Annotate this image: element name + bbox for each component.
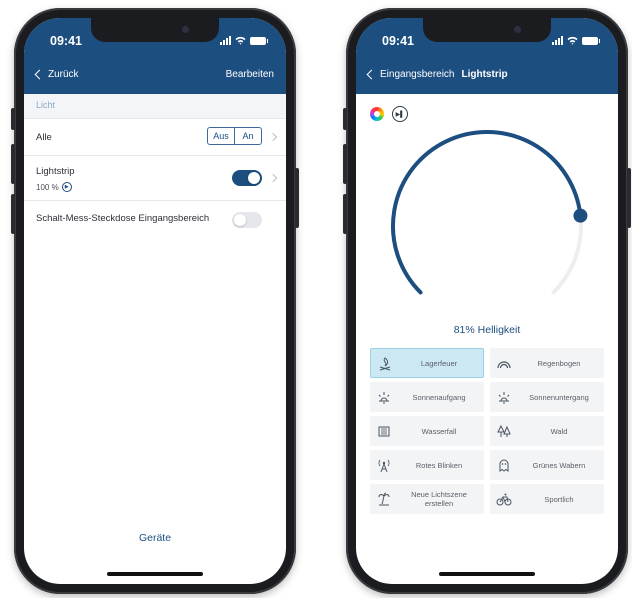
status-icons [552, 36, 600, 45]
smart-plug-label: Schalt-Mess-Steckdose Eingangsbereich [36, 213, 210, 224]
scene-label: Sonnenuntergang [529, 392, 589, 402]
tab-devices[interactable]: Geräte [24, 532, 286, 544]
smart-plug-toggle[interactable] [232, 212, 262, 228]
dial-value-arc [391, 130, 583, 295]
rainbow-icon [497, 361, 511, 369]
ghost-icon [499, 459, 509, 472]
notch [423, 18, 551, 42]
back-button[interactable]: Zurück [34, 69, 79, 80]
home-indicator [107, 572, 203, 576]
section-header-light: Licht [24, 94, 286, 119]
volume-down-button [343, 194, 347, 234]
volume-down-button [11, 194, 15, 234]
brightness-label: 81% Helligkeit [453, 324, 521, 336]
battery-icon [582, 36, 600, 45]
dial-handle[interactable] [573, 208, 588, 223]
chevron-right-icon [268, 173, 278, 183]
mute-switch [343, 108, 347, 130]
scene-regenbogen[interactable]: Regenbogen [490, 348, 604, 378]
all-off-button[interactable]: Aus [208, 128, 234, 144]
screen-lightstrip: 09:41 Eingangsbereich Lightstrip ▶▌ 81% … [356, 18, 618, 584]
forest-icon [497, 424, 511, 437]
volume-up-button [343, 144, 347, 184]
row-lightstrip[interactable]: Lightstrip 100 % ▶ [24, 156, 286, 201]
edit-button[interactable]: Bearbeiten [226, 69, 274, 80]
all-on-off-segmented: Aus An [207, 127, 262, 145]
all-on-button[interactable]: An [234, 128, 261, 144]
signal-icon [220, 36, 231, 45]
chevron-right-icon [268, 132, 278, 142]
scene-label: Wasserfall [421, 426, 457, 436]
scene-sonnenaufgang[interactable]: Sonnenaufgang [370, 382, 484, 412]
mute-switch [11, 108, 15, 130]
scene-rotes-blinken[interactable]: Rotes Blinken [370, 450, 484, 480]
bicycle-icon [496, 493, 512, 506]
lightstrip-toggle[interactable] [232, 170, 262, 186]
scene-grid: Lagerfeuer Regenbogen Sonnenaufgang Sonnenu… [370, 348, 604, 514]
scene-label: Regenbogen [537, 358, 581, 368]
volume-up-button [11, 144, 15, 184]
lightstrip-status: 100 % ▶ [36, 182, 72, 192]
notch [91, 18, 219, 42]
scene-neue-lichtszene-erstellen[interactable]: Neue Lichtszene erstellen [370, 484, 484, 514]
power-button [295, 168, 299, 228]
row-all-label: Alle [36, 132, 52, 143]
power-button [627, 168, 631, 228]
status-icons [220, 36, 268, 45]
screen-devices: 09:41 Zurück Bearbeiten Licht Alle Aus A… [24, 18, 286, 584]
scene-sportlich[interactable]: Sportlich [490, 484, 604, 514]
row-all-lights[interactable]: Alle Aus An [24, 119, 286, 156]
waterfall-icon [378, 426, 390, 437]
scene-label: Sportlich [544, 494, 574, 504]
lightstrip-brightness: 100 % [36, 182, 59, 192]
scene-wald[interactable]: Wald [490, 416, 604, 446]
sunset-icon [498, 392, 510, 404]
brightness-dial[interactable] [356, 118, 618, 328]
scene-wasserfall[interactable]: Wasserfall [370, 416, 484, 446]
signal-icon [552, 36, 563, 45]
section-header-label: Licht [36, 100, 56, 110]
chevron-left-icon [366, 69, 377, 80]
back-button[interactable]: Eingangsbereich Lightstrip [366, 69, 508, 80]
scene-label: Sonnenaufgang [412, 392, 466, 402]
scene-label: Neue Lichtszene erstellen [411, 490, 467, 508]
play-pause-icon: ▶ [61, 182, 72, 192]
scene-label: Wald [550, 426, 568, 436]
page-title: Lightstrip [461, 69, 508, 80]
scene-label: Rotes Blinken [415, 460, 463, 470]
wifi-icon [235, 36, 246, 45]
status-time: 09:41 [382, 34, 414, 48]
scene-sonnenuntergang[interactable]: Sonnenuntergang [490, 382, 604, 412]
sunrise-icon [378, 392, 390, 404]
home-indicator [439, 572, 535, 576]
scene-grünes-wabern[interactable]: Grünes Wabern [490, 450, 604, 480]
battery-icon [250, 36, 268, 45]
phone-frame-right: 09:41 Eingangsbereich Lightstrip ▶▌ 81% … [343, 8, 631, 594]
back-label: Eingangsbereich [380, 69, 455, 80]
lightstrip-label: Lightstrip [36, 166, 75, 177]
palm-island-icon [378, 492, 390, 506]
scene-lagerfeuer[interactable]: Lagerfeuer [370, 348, 484, 378]
blinking-antenna-icon [378, 459, 390, 473]
scene-label: Lagerfeuer [420, 358, 458, 368]
campfire-icon [379, 357, 391, 371]
scene-label: Grünes Wabern [532, 460, 586, 470]
wifi-icon [567, 36, 578, 45]
status-time: 09:41 [50, 34, 82, 48]
phone-frame-left: 09:41 Zurück Bearbeiten Licht Alle Aus A… [11, 8, 299, 594]
back-label: Zurück [48, 69, 79, 80]
chevron-left-icon [34, 69, 45, 80]
row-smart-plug[interactable]: Schalt-Mess-Steckdose Eingangsbereich [24, 201, 286, 239]
